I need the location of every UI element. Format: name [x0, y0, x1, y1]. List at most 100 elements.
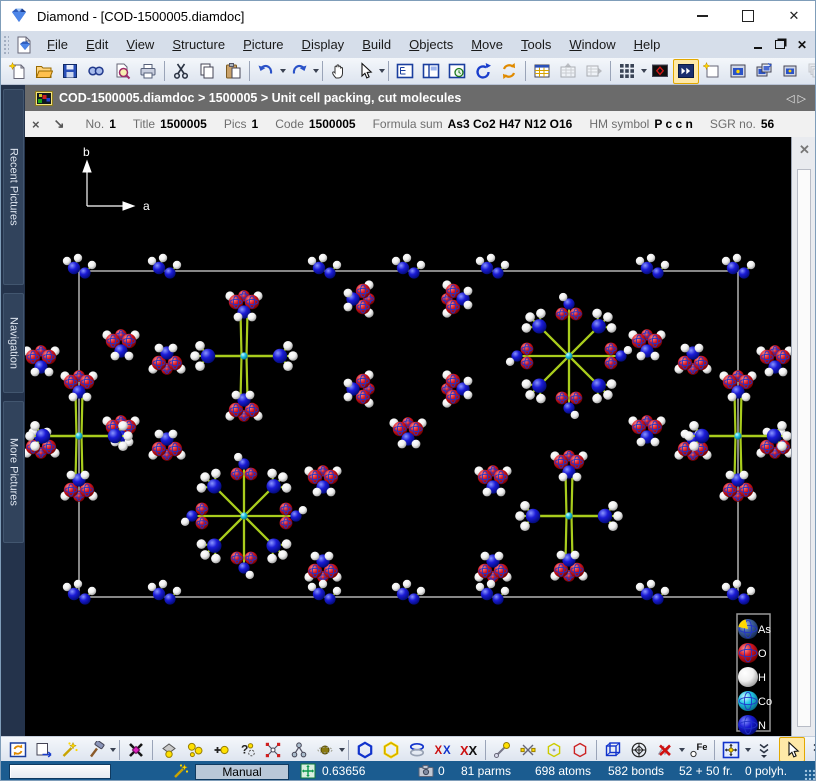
resize-grip[interactable]	[804, 769, 815, 780]
find-button[interactable]	[83, 59, 109, 84]
panel-history-button[interactable]	[444, 59, 470, 84]
black-display-button[interactable]	[647, 59, 673, 84]
connect-network-button[interactable]	[260, 737, 286, 762]
menu-display[interactable]: Display	[293, 33, 354, 56]
copy-picture-button[interactable]	[751, 59, 777, 84]
pointer-dropdown-icon[interactable]	[379, 69, 385, 73]
picture-window-button[interactable]	[725, 59, 751, 84]
minimize-button[interactable]	[679, 1, 725, 31]
ring-red-thin-button[interactable]	[567, 737, 593, 762]
mdi-minimize-button[interactable]	[751, 38, 765, 52]
pan-button[interactable]	[326, 59, 352, 84]
fill-atoms-button[interactable]	[156, 737, 182, 762]
add-atom-button[interactable]	[208, 737, 234, 762]
structure-canvas[interactable]: b a As O H Co N	[25, 137, 791, 736]
infobar-close-icon[interactable]: ×	[25, 117, 47, 132]
pointer-button[interactable]	[352, 59, 378, 84]
save-button[interactable]	[57, 59, 83, 84]
chevron-button[interactable]	[751, 737, 777, 762]
hex-yellow-button[interactable]	[378, 737, 404, 762]
bond-ball-button[interactable]	[489, 737, 515, 762]
table-editor-button[interactable]	[529, 59, 555, 84]
hex-blue-button[interactable]	[352, 737, 378, 762]
menu-objects[interactable]: Objects	[400, 33, 462, 56]
sidebar-tab-more-pictures[interactable]: More Pictures	[3, 401, 24, 543]
redo-dropdown-icon[interactable]	[313, 69, 319, 73]
copy-button[interactable]	[194, 59, 220, 84]
ring-yellow-thin-button[interactable]	[541, 737, 567, 762]
atom-question-button[interactable]: ?	[234, 737, 260, 762]
menu-build[interactable]: Build	[353, 33, 400, 56]
menu-tools[interactable]: Tools	[512, 33, 560, 56]
xx-large-button[interactable]: XX	[456, 737, 482, 762]
table-up-icon	[559, 62, 577, 80]
menu-file[interactable]: File	[38, 33, 77, 56]
menu-view[interactable]: View	[117, 33, 163, 56]
add-atoms-button[interactable]	[182, 737, 208, 762]
next-picture-button[interactable]	[673, 58, 699, 84]
cut-button[interactable]	[168, 59, 194, 84]
panel-split-button[interactable]	[418, 59, 444, 84]
sphere-brown-button[interactable]	[312, 737, 338, 762]
panel-tree-button[interactable]	[392, 59, 418, 84]
panel-scroll-track[interactable]	[797, 169, 811, 727]
menubar-grip-handle[interactable]	[2, 34, 9, 55]
close-button[interactable]: ✕	[771, 1, 815, 31]
delete-bonds-button[interactable]	[652, 737, 678, 762]
nav-forward-icon[interactable]: ▷	[798, 93, 809, 105]
ring-stack-button[interactable]	[404, 737, 430, 762]
breadcrumb[interactable]: COD-1500005.diamdoc > 1500005 > Unit cel…	[25, 85, 815, 111]
undo-circ-button[interactable]	[470, 59, 496, 84]
infobar-popout-icon[interactable]: ↘	[47, 116, 72, 132]
menu-help[interactable]: Help	[625, 33, 670, 56]
menu-picture[interactable]: Picture	[234, 33, 292, 56]
maximize-button[interactable]	[725, 1, 771, 31]
open-file-button[interactable]	[31, 59, 57, 84]
cluster-tree-button[interactable]	[286, 737, 312, 762]
pointer-button[interactable]	[779, 737, 805, 762]
rebuild-button[interactable]	[5, 737, 31, 762]
unit-cell-box-button[interactable]	[600, 737, 626, 762]
sidebar-tab-navigation[interactable]: Navigation	[3, 293, 24, 393]
undo-button[interactable]	[253, 59, 279, 84]
hammer-dropdown-icon[interactable]	[110, 747, 116, 752]
nav-back-icon[interactable]: ◁	[786, 93, 797, 105]
small-picture-button[interactable]	[777, 59, 803, 84]
chevron-icon	[809, 741, 815, 759]
sphere-brown-dropdown-icon[interactable]	[339, 747, 345, 752]
refresh-button[interactable]	[496, 59, 522, 84]
menu-move[interactable]: Move	[462, 33, 512, 56]
send-note-button[interactable]	[31, 737, 57, 762]
new-document-button[interactable]	[5, 59, 31, 84]
move-all-button[interactable]	[718, 737, 744, 762]
menu-structure[interactable]: Structure	[163, 33, 234, 56]
orient-diamond-button[interactable]	[626, 737, 652, 762]
mode-indicator[interactable]: Manual	[195, 764, 289, 780]
new-picture-button[interactable]	[699, 59, 725, 84]
fe-atom-button[interactable]: Fe	[685, 737, 711, 762]
field-label: Title	[132, 117, 156, 131]
mdi-restore-button[interactable]	[773, 38, 787, 52]
hammer-button[interactable]	[83, 737, 109, 762]
info-field-hm-symbol: HM symbol P c c n	[589, 117, 692, 131]
redo-button[interactable]	[286, 59, 312, 84]
panel-close-icon[interactable]: ✕	[796, 141, 814, 159]
undo-icon	[257, 62, 275, 80]
wizard-button[interactable]	[57, 737, 83, 762]
field-label: Code	[275, 117, 304, 131]
xx-small-button[interactable]: XX	[430, 737, 456, 762]
document-diamond-icon[interactable]	[14, 35, 34, 55]
print-preview-button[interactable]	[109, 59, 135, 84]
menu-edit[interactable]: Edit	[77, 33, 117, 56]
net-x-button[interactable]	[515, 737, 541, 762]
destroy-x-button[interactable]	[123, 737, 149, 762]
paste-button[interactable]	[220, 59, 246, 84]
print-button[interactable]	[135, 59, 161, 84]
toolbar-separator	[714, 739, 715, 760]
mdi-close-button[interactable]: ✕	[795, 38, 809, 52]
svg-text:Co: Co	[758, 696, 772, 708]
data-sheet-button[interactable]	[614, 59, 640, 84]
sidebar-tab-recent-pictures[interactable]: Recent Pictures	[3, 89, 24, 285]
menu-window[interactable]: Window	[560, 33, 624, 56]
chevron-button[interactable]	[805, 737, 815, 762]
